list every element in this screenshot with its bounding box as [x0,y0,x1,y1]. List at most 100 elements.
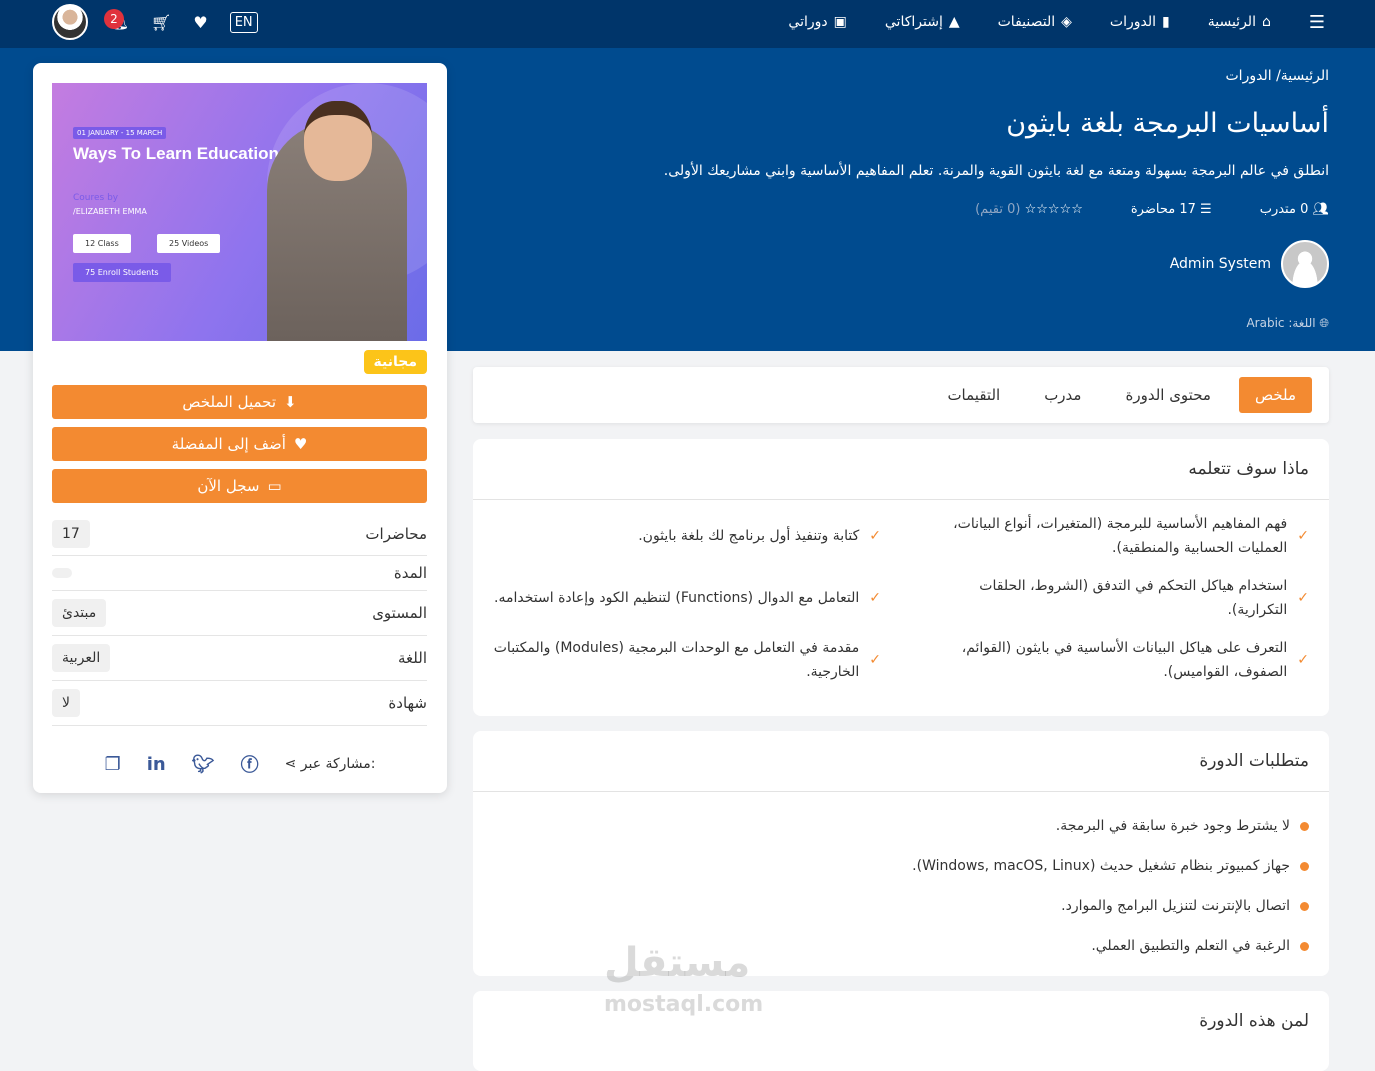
linkedin-icon[interactable]: in [147,754,166,775]
students-count: 0 متدرب [1259,202,1309,217]
learn-text: كتابة وتنفيذ أول برنامج لك بلغة بايثون. [638,528,860,544]
watermark-url: mostaql.com [604,992,764,1017]
check-icon: ✓ [869,652,881,668]
requirement-item: لا يشترط وجود خبرة سابقة في البرمجة. [493,806,1309,846]
learn-text: فهم المفاهيم الأساسية للبرمجة (المتغيرات… [953,516,1288,556]
nav-subscriptions[interactable]: ▲ إشتراكاتي [885,14,960,30]
cart-icon[interactable]: 🛒︎ [151,13,171,32]
home-icon: ⌂ [1261,14,1271,30]
notifications-button[interactable]: 🔔︎2 [104,9,129,31]
bullet-icon [1300,941,1309,951]
course-title: أساسيات البرمجة بلغة بايثون [1006,108,1329,139]
enroll-button[interactable]: ▭ سجل الآن [52,469,427,503]
globe-icon: 🌐︎ [1319,316,1329,330]
requirement-text: جهاز كمبيوتر بنظام تشغيل حديث (Windows, … [912,858,1290,874]
nav-my-courses[interactable]: ▣ دوراتي [788,14,846,30]
requirement-text: اتصال بالإنترنت لتنزيل البرامج والموارد. [1061,898,1290,914]
learn-title: ماذا سوف تتعلمه [473,439,1329,500]
students-icon: 👥︎ [1312,202,1329,217]
learn-text: التعامل مع الدوال (Functions) لتنظيم الك… [494,590,860,606]
course-language: اللغة: Arabic [1246,316,1316,330]
nav-home[interactable]: ⌂ الرئيسية [1208,14,1271,30]
share-icon: ⋖ [284,756,297,772]
learn-text: التعرف على هياكل البيانات الأساسية في با… [961,640,1288,680]
check-icon: ✓ [1297,590,1309,606]
requirement-text: لا يشترط وجود خبرة سابقة في البرمجة. [1055,818,1290,834]
info-row-lectures: محاضرات 17 [52,513,427,556]
ticket-icon: ▭ [267,477,282,495]
copy-icon[interactable]: ❐ [105,754,121,775]
thumb-videos: 25 Videos [157,234,221,253]
check-icon: ✓ [1297,652,1309,668]
twitter-icon[interactable]: 🐦︎ [192,754,215,775]
breadcrumb-current[interactable]: الدورات [1226,68,1272,84]
learn-item: ✓ فهم المفاهيم الأساسية للبرمجة (المتغيرا… [921,512,1309,560]
tab-summary[interactable]: ملخص [1238,377,1312,413]
layers-icon: ◈ [1061,14,1072,30]
facebook-icon[interactable]: ⓕ [241,751,259,777]
language-toggle[interactable]: EN [229,11,258,33]
menu-icon[interactable]: ☰ [1309,12,1325,33]
course-tabs: ملخص محتوى الدورة مدرب التقيمات [473,367,1329,423]
bullet-icon [1300,901,1309,911]
info-value: لا [52,689,80,717]
info-label: المدة [393,564,427,582]
download-icon: ⬇ [284,393,297,411]
requirements-title: متطلبات الدورة [473,731,1329,792]
top-navbar: ☰ ⌂ الرئيسية ▮ الدورات ◈ التصنيفات ▲ إشتراكا… [0,0,1375,48]
download-summary-button[interactable]: ⬇ تحميل الملخص [52,385,427,419]
thumb-students: 75 Enroll Students [73,263,171,282]
thumb-date: 01 JANUARY - 15 MARCH [73,127,167,139]
requirement-item: جهاز كمبيوتر بنظام تشغيل حديث (Windows, … [493,846,1309,886]
nav-categories[interactable]: ◈ التصنيفات [998,14,1072,30]
learn-item: ✓ مقدمة في التعامل مع الوحدات البرمجية (M… [493,636,881,684]
download-label: تحميل الملخص [182,393,277,411]
lectures-icon: ☰ [1200,202,1212,217]
info-row-certificate: شهادة لا [52,681,427,726]
rating-count: (0 تقيم) [975,202,1021,217]
notification-badge: 2 [104,9,124,29]
author-name: Admin System [1169,256,1271,272]
thumb-by: Coures by [73,193,119,203]
briefcase-icon: ▣ [833,14,847,30]
tab-reviews[interactable]: التقيمات [931,377,1016,413]
watermark-logo: مستقل [604,940,751,986]
user-avatar[interactable] [52,4,88,40]
course-description: انطلق في عالم البرمجة بسهولة ومتعة مع لغ… [663,163,1329,179]
favorite-label: أضف إلى المفضلة [171,435,286,453]
info-label: اللغة [398,649,427,667]
info-value: مبتدئ [52,599,107,627]
share-bar: ⋖ مشاركة عبر: ⓕ 🐦︎ in ❐ [33,751,447,777]
thumb-class: 12 Class [73,234,131,253]
breadcrumb: الرئيسية/ الدورات [1226,68,1330,84]
heart-icon[interactable]: ♥ [193,13,207,32]
info-value [52,568,72,578]
check-icon: ✓ [869,528,881,544]
info-label: شهادة [388,694,427,712]
rating-stars: ☆☆☆☆☆ [1024,202,1083,217]
heart-icon: ♥ [293,435,308,453]
breadcrumb-home[interactable]: الرئيسية/ [1276,68,1329,84]
info-row-level: المستوى مبتدئ [52,591,427,636]
learn-item: ✓ التعرف على هياكل البيانات الأساسية في ب… [921,636,1309,684]
audience-title: لمن هذه الدورة [1199,1011,1309,1031]
nav-courses[interactable]: ▮ الدورات [1110,14,1170,30]
author[interactable]: Admin System [1170,240,1329,288]
bullet-icon [1300,821,1309,831]
tab-content[interactable]: محتوى الدورة [1109,377,1226,413]
thumb-author: /ELIZABETH EMMA [73,207,147,216]
bullet-icon [1300,861,1309,871]
info-row-duration: المدة [52,556,427,591]
free-badge: مجانية [363,350,427,374]
main-nav: ☰ ⌂ الرئيسية ▮ الدورات ◈ التصنيفات ▲ إشتراكا… [788,0,1325,44]
learn-item: ✓ كتابة وتنفيذ أول برنامج لك بلغة بايثون. [493,512,881,560]
learn-card: ماذا سوف تتعلمه ✓ فهم المفاهيم الأساسية ل… [473,439,1329,716]
tab-instructor[interactable]: مدرب [1028,377,1097,413]
requirement-item: اتصال بالإنترنت لتنزيل البرامج والموارد. [493,886,1309,926]
learn-text: استخدام هياكل التحكم في التدفق (الشروط، … [979,578,1288,618]
course-sidebar: 01 JANUARY - 15 MARCH Ways To Learn Educ… [33,63,447,793]
add-favorite-button[interactable]: ♥ أضف إلى المفضلة [52,427,427,461]
check-icon: ✓ [869,590,881,606]
book-icon: ▮ [1162,14,1170,30]
info-row-language: اللغة العربية [52,636,427,681]
